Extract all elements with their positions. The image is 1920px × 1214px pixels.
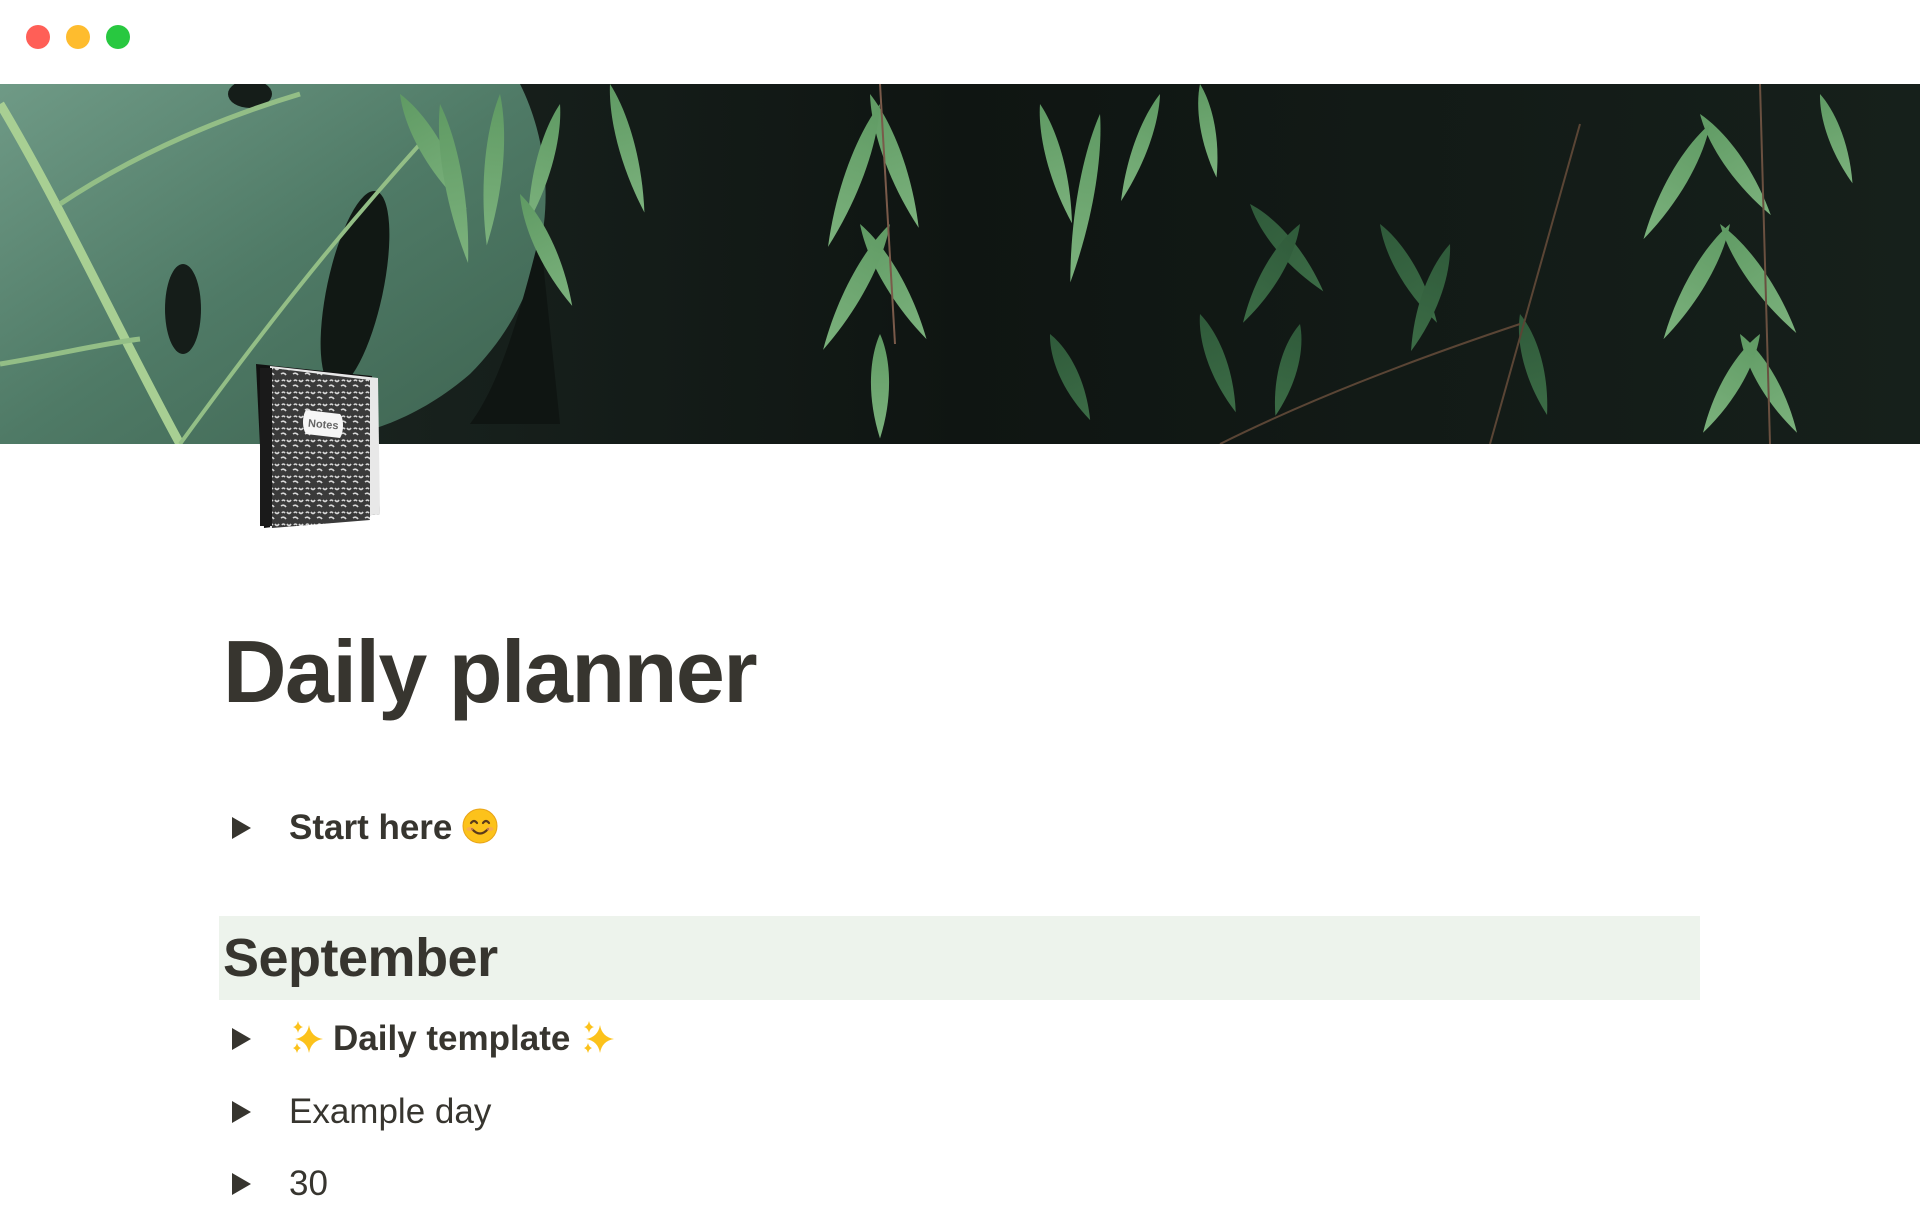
maximize-window-button[interactable] [106, 25, 130, 49]
toggle-arrow-icon[interactable] [219, 1090, 263, 1134]
sparkles-icon [580, 1019, 616, 1060]
close-window-button[interactable] [26, 25, 50, 49]
minimize-window-button[interactable] [66, 25, 90, 49]
toggle-arrow-icon[interactable] [219, 1017, 263, 1061]
smiling-face-icon [462, 808, 498, 849]
notebook-icon[interactable]: Notes [244, 360, 388, 532]
toggle-label: Start here [289, 808, 453, 847]
sparkles-icon [289, 1019, 325, 1060]
toggle-label: Example day [289, 1092, 492, 1131]
september-heading: September [223, 928, 498, 988]
toggle-label: Daily template [333, 1019, 571, 1058]
september-heading-block[interactable]: September [219, 916, 1700, 1000]
toggle-arrow-icon[interactable] [219, 1162, 263, 1206]
toggle-daily-template[interactable]: Daily template [219, 1009, 616, 1069]
toggle-example-day[interactable]: Example day [219, 1082, 491, 1142]
toggle-start-here[interactable]: Start here [219, 798, 498, 858]
window-titlebar [0, 0, 1920, 84]
page-title[interactable]: Daily planner [223, 612, 758, 732]
toggle-label: 30 [289, 1164, 328, 1203]
toggle-day-30[interactable]: 30 [219, 1154, 328, 1214]
toggle-arrow-icon[interactable] [219, 806, 263, 850]
